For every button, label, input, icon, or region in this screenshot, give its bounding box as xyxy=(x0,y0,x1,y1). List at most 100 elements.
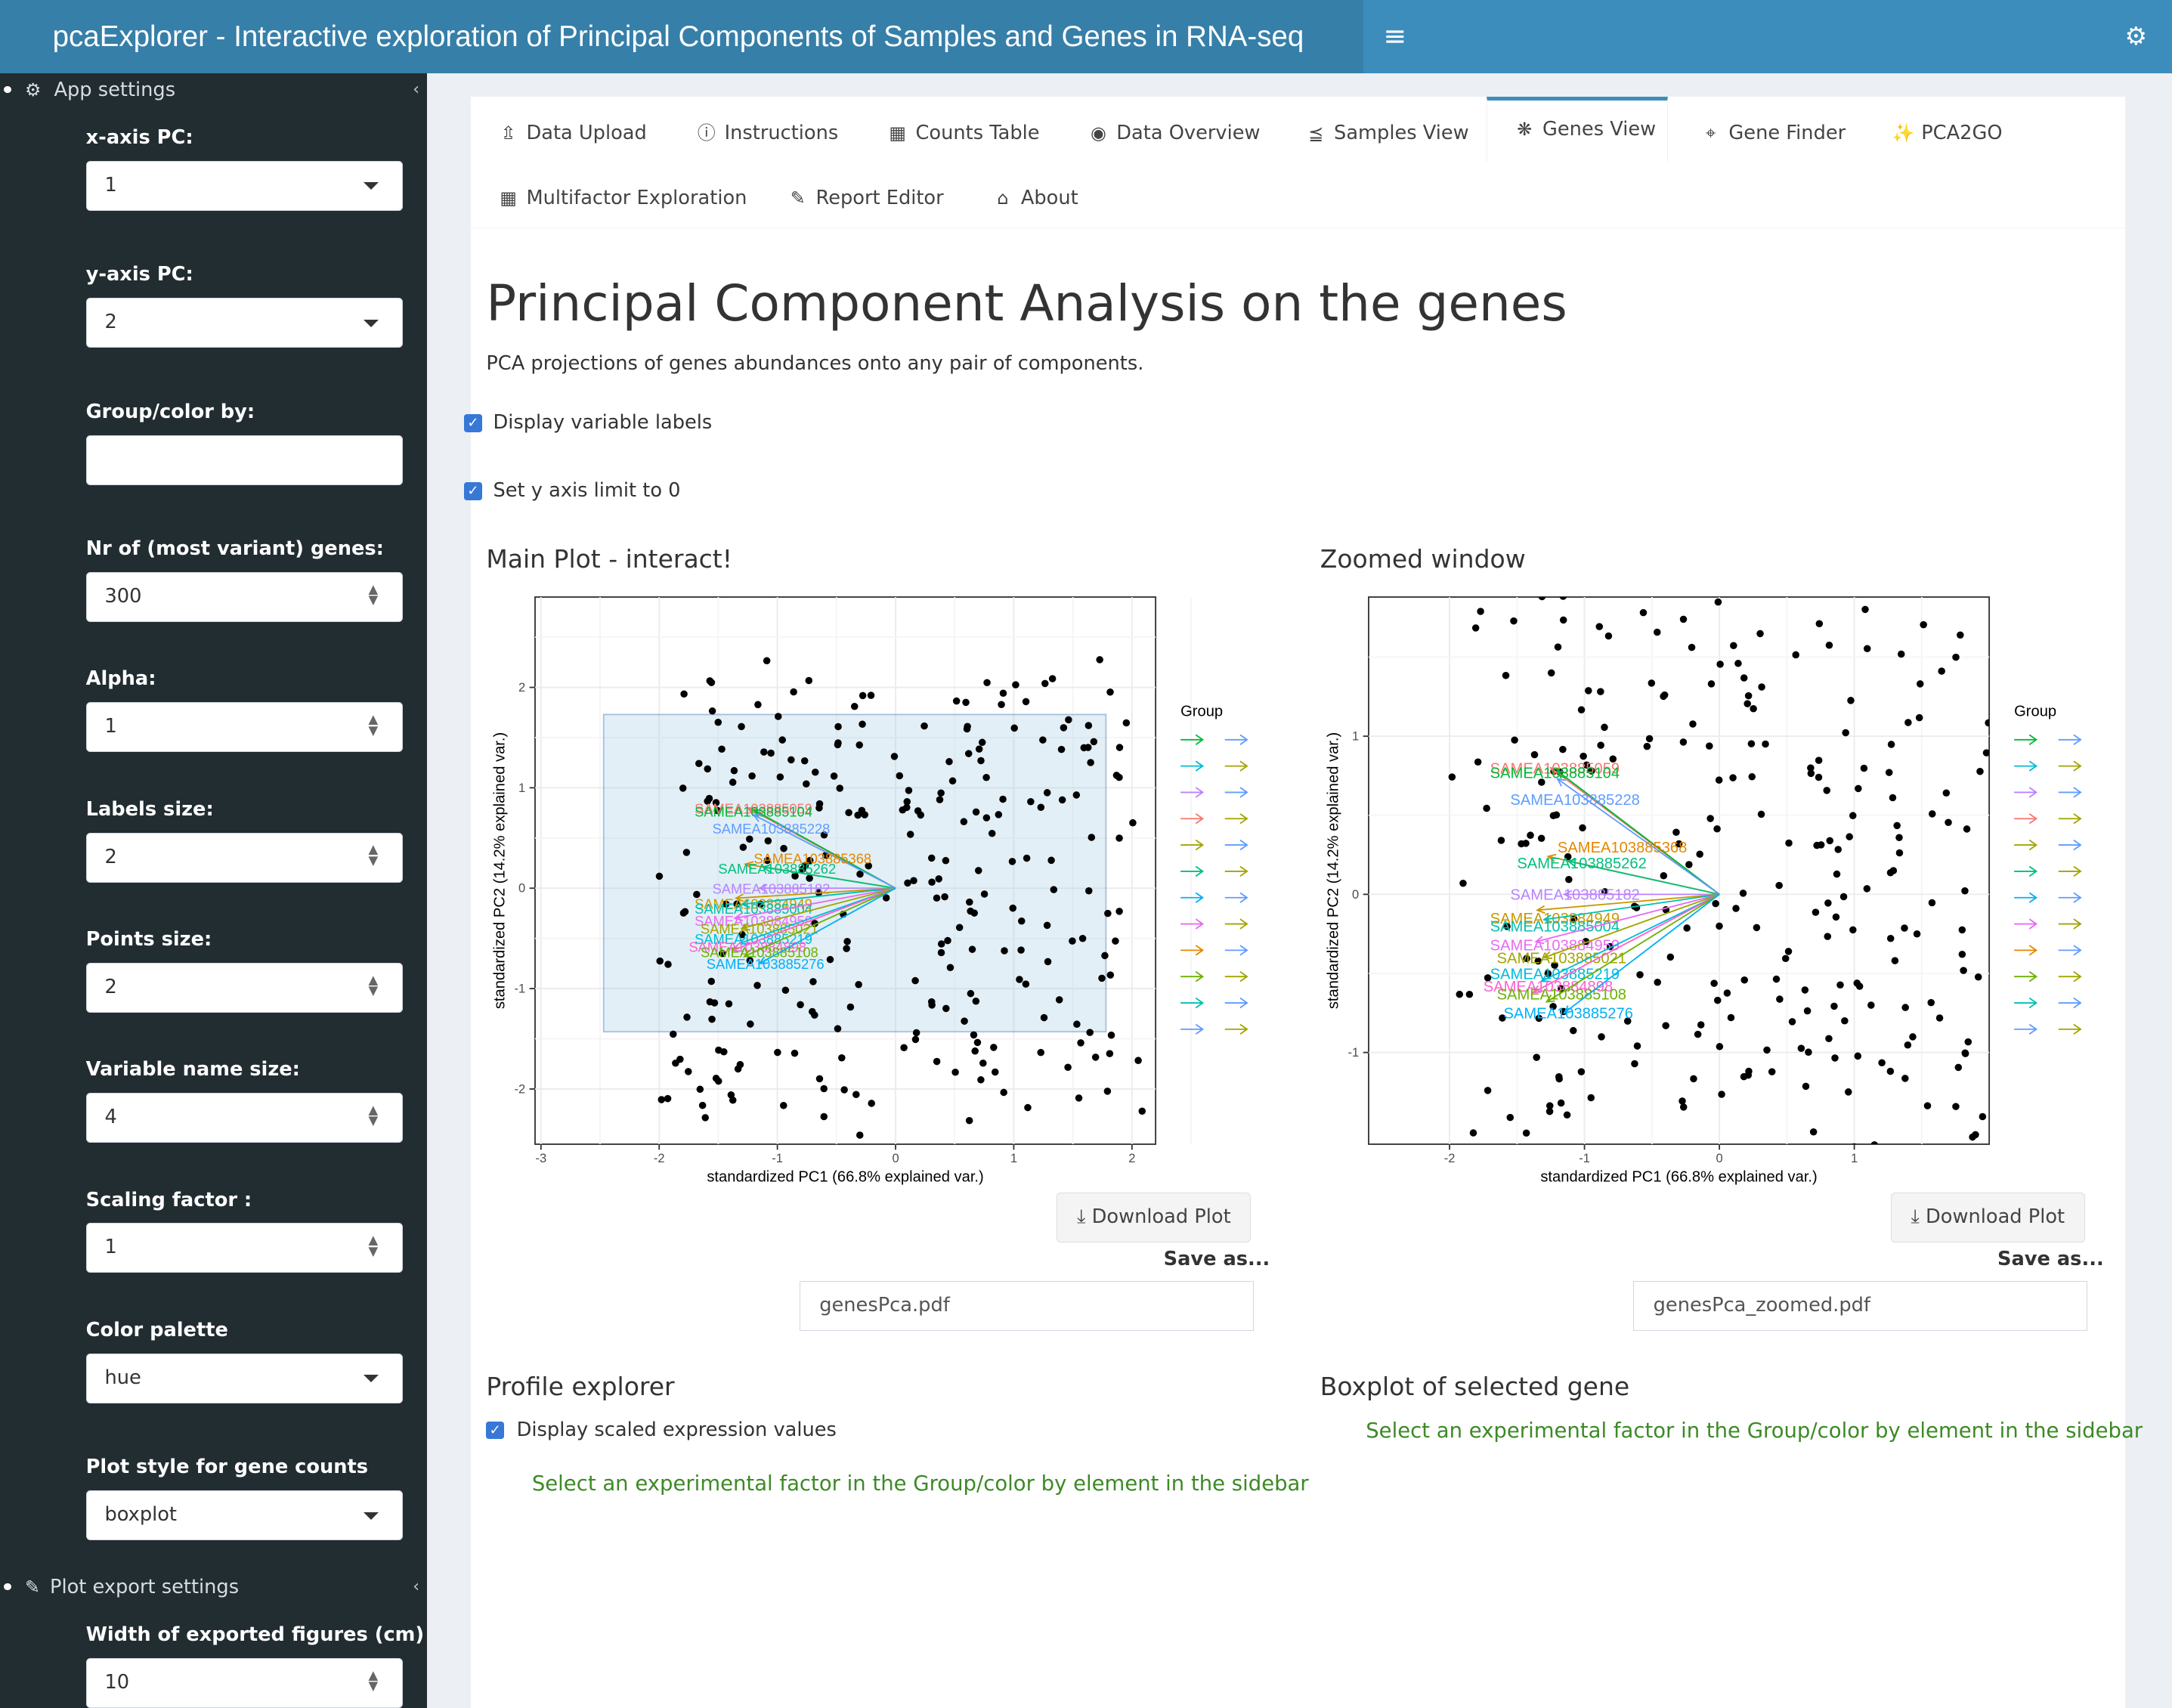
points-size-input[interactable]: 2 ▲ ▼ xyxy=(85,962,404,1013)
spinner-arrows-icon[interactable]: ▲ ▼ xyxy=(367,1233,380,1260)
input-value: 1 xyxy=(104,715,117,738)
tab-about[interactable]: ⌂ About xyxy=(966,168,1078,229)
group-color-input[interactable] xyxy=(85,435,404,485)
table-icon: ▦ xyxy=(889,122,906,144)
gene-point xyxy=(1923,1102,1932,1109)
gear-icon[interactable]: ⚙ xyxy=(2119,20,2152,53)
gene-point xyxy=(948,777,956,785)
alpha-input[interactable]: 1 ▲ ▼ xyxy=(85,702,404,753)
zoom-filename-input[interactable]: genesPca_zoomed.pdf xyxy=(1632,1281,2088,1332)
labels-size-input[interactable]: 2 ▲ ▼ xyxy=(85,832,404,883)
variable-name-size-input[interactable]: 4 ▲ ▼ xyxy=(85,1093,404,1143)
gene-point xyxy=(1740,674,1748,682)
sidebar-toggle-icon[interactable]: ≡ xyxy=(1380,20,1410,53)
tab-data-overview[interactable]: ◉ Data Overview xyxy=(1061,103,1260,164)
gene-point xyxy=(1913,930,1921,938)
scaling-factor-input[interactable]: 1 ▲ ▼ xyxy=(85,1223,404,1273)
tab-multifactor-exploration[interactable]: ▦ Multifactor Exploration xyxy=(471,168,747,229)
tab-instructions[interactable]: ⓘ Instructions xyxy=(669,103,838,164)
gene-point xyxy=(1895,834,1903,841)
app-settings-section[interactable]: ⚙ App settings ‹ xyxy=(0,75,427,105)
download-zoomed-plot-button[interactable]: ⤓ Download Plot xyxy=(1890,1193,2085,1243)
gene-point xyxy=(1757,810,1765,818)
gene-point xyxy=(1517,1167,1524,1174)
gene-point xyxy=(961,698,970,707)
gene-point xyxy=(1809,1128,1818,1136)
spinner-arrows-icon[interactable]: ▲ ▼ xyxy=(367,1103,380,1130)
gene-point xyxy=(1999,617,2006,624)
display-variable-labels-checkbox[interactable]: ✓ xyxy=(464,414,482,432)
gene-point xyxy=(1861,605,1869,614)
spinner-arrows-icon[interactable]: ▲ ▼ xyxy=(367,583,380,609)
gene-point xyxy=(1484,1087,1492,1094)
gene-point xyxy=(963,722,971,731)
main-pca-plot[interactable]: -3 -2 -1 0 1 2210-1-2SAMEA103885059SAMEA10388… xyxy=(485,589,1275,1198)
gene-point xyxy=(727,1091,735,1099)
gene-point xyxy=(1086,759,1094,766)
input-value: 2 xyxy=(104,975,117,998)
gene-point xyxy=(1579,752,1587,760)
gene-point xyxy=(774,713,782,720)
gene-point xyxy=(1707,680,1716,688)
gene-point xyxy=(1008,904,1016,912)
gene-point xyxy=(1547,669,1555,677)
gene-point xyxy=(1836,981,1844,989)
gene-point xyxy=(745,835,753,843)
spinner-arrows-icon[interactable]: ▲ ▼ xyxy=(367,713,380,739)
tab-bar: ⇫ Data Upload ⓘ Instructions ▦ Counts Table… xyxy=(471,97,2125,229)
nr-genes-input[interactable]: 300 ▲ ▼ xyxy=(85,571,404,622)
variable-label: SAMEA103885104 xyxy=(695,803,812,819)
select-value: boxplot xyxy=(104,1503,177,1527)
plot-export-settings-section[interactable]: ✎ Plot export settings ‹ xyxy=(0,1572,427,1602)
x-axis-pc-select[interactable]: 1 xyxy=(85,160,404,211)
gene-point xyxy=(1038,736,1047,744)
gene-point xyxy=(1068,937,1076,945)
gene-point xyxy=(1577,706,1586,713)
tab-genes-view[interactable]: ❋ Genes View xyxy=(1486,97,1668,162)
gene-point xyxy=(974,867,982,874)
gene-point xyxy=(1587,1094,1595,1102)
bullet-icon xyxy=(4,85,11,93)
tab-counts-table[interactable]: ▦ Counts Table xyxy=(860,103,1039,164)
gene-point xyxy=(1036,1048,1044,1057)
gene-point xyxy=(972,997,979,1005)
collapse-chevron-icon[interactable]: ‹ xyxy=(413,1572,419,1602)
tab-data-upload[interactable]: ⇫ Data Upload xyxy=(471,103,647,164)
color-palette-select[interactable]: hue xyxy=(85,1353,404,1403)
gene-point xyxy=(1844,1088,1852,1096)
gene-point xyxy=(1097,974,1106,982)
main-filename-input[interactable]: genesPca.pdf xyxy=(799,1281,1254,1332)
spinner-arrows-icon[interactable]: ▲ ▼ xyxy=(367,1669,380,1695)
export-width-input[interactable]: 10 ▲ ▼ xyxy=(85,1657,404,1708)
y-axis-pc-select[interactable]: 2 xyxy=(85,298,404,348)
gene-point xyxy=(1506,1113,1514,1122)
gene-point xyxy=(766,749,775,757)
collapse-chevron-icon[interactable]: ‹ xyxy=(413,75,419,105)
gene-point xyxy=(854,980,862,989)
plot-style-select[interactable]: boxplot xyxy=(85,1490,404,1541)
gene-point xyxy=(1889,867,1898,874)
gene-point xyxy=(943,936,951,945)
spinner-arrows-icon[interactable]: ▲ ▼ xyxy=(367,843,380,869)
download-plot-button[interactable]: ⤓ Download Plot xyxy=(1057,1193,1252,1243)
gene-point xyxy=(1781,955,1790,962)
gene-point xyxy=(1853,979,1861,987)
scaled-expression-checkbox[interactable]: ✓ xyxy=(486,1421,505,1440)
gene-point xyxy=(834,722,842,731)
gene-point xyxy=(852,1091,860,1098)
spinner-arrows-icon[interactable]: ▲ ▼ xyxy=(367,973,380,1000)
gene-point xyxy=(707,679,715,686)
tab-pca2go[interactable]: ✨ PCA2GO xyxy=(1866,103,2003,164)
tab-report-editor[interactable]: ✎ Report Editor xyxy=(760,168,944,229)
tab-samples-view[interactable]: ⪳ Samples View xyxy=(1279,103,1468,164)
gene-point xyxy=(1631,1060,1638,1068)
gene-point xyxy=(973,1038,981,1047)
gene-point xyxy=(951,1068,959,1076)
gene-point xyxy=(1103,1088,1111,1095)
gene-point xyxy=(1084,744,1092,751)
gene-point xyxy=(809,978,817,986)
set-y-limit-checkbox[interactable]: ✓ xyxy=(464,481,482,500)
tab-gene-finder[interactable]: ⌖ Gene Finder xyxy=(1673,103,1846,164)
input-value: 10 xyxy=(104,1670,130,1694)
gene-point xyxy=(1017,917,1026,925)
